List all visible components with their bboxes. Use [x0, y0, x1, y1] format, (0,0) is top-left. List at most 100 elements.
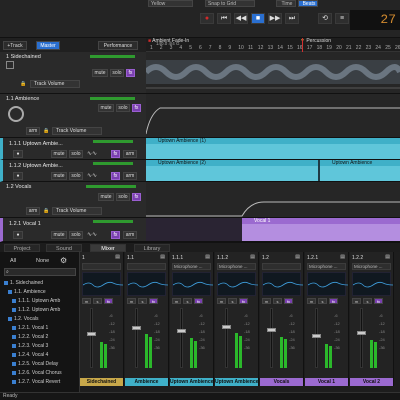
mute-button[interactable]: mute: [51, 172, 67, 180]
strip-name[interactable]: Sidechained: [80, 378, 123, 386]
browser-item[interactable]: 1.2.3. Vocal 3: [12, 343, 48, 349]
input-dropdown[interactable]: Microphone ...: [307, 263, 346, 270]
beats-button[interactable]: Beats: [298, 0, 318, 7]
automation-lock-icon[interactable]: 🔒: [43, 208, 49, 214]
strip-solo-button[interactable]: s: [318, 298, 327, 304]
track-lane-vocals[interactable]: [146, 182, 400, 218]
solo-button[interactable]: solo: [110, 69, 124, 77]
automation-dropdown[interactable]: Track Volume: [52, 207, 102, 215]
mute-button[interactable]: mute: [92, 69, 108, 77]
strip-name[interactable]: Vocal 1: [305, 378, 348, 386]
eq-display[interactable]: [82, 272, 124, 296]
checkbox-icon[interactable]: [12, 325, 16, 330]
skip-end-button[interactable]: ⏭: [285, 13, 299, 24]
settings-gear-icon[interactable]: ⚙: [60, 256, 67, 265]
marker-percussion[interactable]: ▼ Percussion: [300, 38, 331, 44]
track-header-uptown-1[interactable]: 1.1.1 Uptown Ambie... ● mute solo ∿∿ fx …: [0, 138, 146, 160]
solo-button[interactable]: solo: [116, 193, 130, 201]
strip-mute-button[interactable]: m: [217, 298, 226, 304]
eq-icon[interactable]: ∿∿: [87, 150, 97, 157]
mute-button[interactable]: mute: [51, 150, 67, 158]
menu-icon[interactable]: ≡: [335, 13, 349, 24]
track-lane-ambience[interactable]: [146, 94, 400, 138]
fader-handle[interactable]: [267, 328, 276, 332]
browser-item[interactable]: 1.2.7. Vocal Revert: [12, 379, 60, 385]
strip-name[interactable]: Uptown Ambience: [170, 378, 213, 386]
strip-solo-button[interactable]: s: [228, 298, 237, 304]
volume-fader[interactable]: [90, 308, 93, 368]
strip-name[interactable]: Ambience: [125, 378, 168, 386]
loop-icon[interactable]: ⟲: [318, 13, 332, 24]
tab-project[interactable]: Project: [4, 244, 40, 252]
volume-fader[interactable]: [360, 308, 363, 368]
browser-item[interactable]: 1.2.1. Vocal 1: [12, 325, 48, 331]
mute-button[interactable]: mute: [51, 231, 67, 239]
strip-mute-button[interactable]: m: [172, 298, 181, 304]
checkbox-icon[interactable]: [12, 298, 16, 303]
strip-name[interactable]: Vocal 2: [350, 378, 393, 386]
clip-body[interactable]: [320, 166, 400, 181]
strip-menu-icon[interactable]: ▤: [160, 254, 165, 260]
checkbox-icon[interactable]: [12, 379, 16, 384]
track-header-sidechained[interactable]: 1 Sidechained mute solo fx 🔒 Track Volum…: [0, 52, 146, 94]
strip-mute-button[interactable]: m: [262, 298, 271, 304]
input-dropdown[interactable]: Microphone ...: [172, 263, 211, 270]
strip-fx-button[interactable]: fx: [329, 298, 338, 304]
strip-solo-button[interactable]: s: [273, 298, 282, 304]
strip-solo-button[interactable]: s: [183, 298, 192, 304]
performance-button[interactable]: Performance: [98, 41, 138, 50]
select-all-button[interactable]: All: [10, 258, 16, 264]
rewind-start-button[interactable]: ⏮: [217, 13, 231, 24]
input-dropdown[interactable]: Microphone ...: [217, 263, 256, 270]
solo-button[interactable]: solo: [69, 231, 83, 239]
arm-button[interactable]: arm: [26, 207, 40, 215]
rewind-button[interactable]: ◀◀: [234, 13, 248, 24]
strip-solo-button[interactable]: s: [363, 298, 372, 304]
eq-icon[interactable]: ∿∿: [87, 231, 97, 238]
track-header-ambience[interactable]: 1.1 Ambience mute solo fx arm 🔒 Track Vo…: [0, 94, 146, 138]
track-header-vocal-1[interactable]: 1.2.1 Vocal 1 ● mute solo ∿∿ fx arm: [0, 218, 146, 242]
input-dropdown[interactable]: [82, 263, 121, 270]
strip-mute-button[interactable]: m: [127, 298, 136, 304]
time-button[interactable]: Time: [276, 0, 296, 7]
strip-menu-icon[interactable]: ▤: [250, 254, 255, 260]
strip-solo-button[interactable]: s: [138, 298, 147, 304]
checkbox-icon[interactable]: [12, 334, 16, 339]
browser-item[interactable]: 1.2. Vocals: [8, 316, 38, 322]
automation-dropdown[interactable]: Track Volume: [30, 80, 80, 88]
checkbox-icon[interactable]: [12, 307, 16, 312]
clip-body[interactable]: [242, 224, 400, 241]
browser-item[interactable]: 1.2.5. Vocal Delay: [12, 361, 58, 367]
input-dropdown[interactable]: [127, 263, 166, 270]
volume-fader[interactable]: [135, 308, 138, 368]
volume-fader[interactable]: [180, 308, 183, 368]
fader-handle[interactable]: [222, 325, 231, 330]
eq-icon[interactable]: ∿∿: [87, 172, 97, 179]
strip-fx-button[interactable]: fx: [284, 298, 293, 304]
strip-fx-button[interactable]: fx: [104, 298, 113, 304]
browser-item[interactable]: 1.2.2. Vocal 2: [12, 334, 48, 340]
strip-mute-button[interactable]: m: [82, 298, 91, 304]
stop-button[interactable]: ■: [251, 13, 265, 24]
fader-handle[interactable]: [87, 332, 96, 336]
mute-button[interactable]: mute: [98, 104, 114, 112]
strip-menu-icon[interactable]: ▤: [340, 254, 345, 260]
record-arm-icon[interactable]: ●: [13, 150, 23, 158]
browser-item[interactable]: 1.1.2. Uptown Amb: [12, 307, 60, 313]
master-button[interactable]: Master: [36, 41, 60, 50]
fx-button[interactable]: fx: [111, 231, 120, 239]
fx-button[interactable]: fx: [132, 193, 141, 201]
strip-fx-button[interactable]: fx: [149, 298, 158, 304]
strip-menu-icon[interactable]: ▤: [295, 254, 300, 260]
checkbox-icon[interactable]: [12, 361, 16, 366]
track-header-uptown-2[interactable]: 1.1.2 Uptown Ambie... ● mute solo ∿∿ fx …: [0, 160, 146, 182]
checkbox-icon[interactable]: [12, 352, 16, 357]
arm-button[interactable]: arm: [123, 172, 137, 180]
solo-button[interactable]: solo: [69, 172, 83, 180]
arm-button[interactable]: arm: [123, 231, 137, 239]
strip-name[interactable]: Uptown Ambience: [215, 378, 258, 386]
fader-handle[interactable]: [177, 329, 186, 334]
strip-menu-icon[interactable]: ▤: [385, 254, 390, 260]
fx-button[interactable]: fx: [111, 172, 120, 180]
fx-button[interactable]: fx: [126, 69, 135, 77]
